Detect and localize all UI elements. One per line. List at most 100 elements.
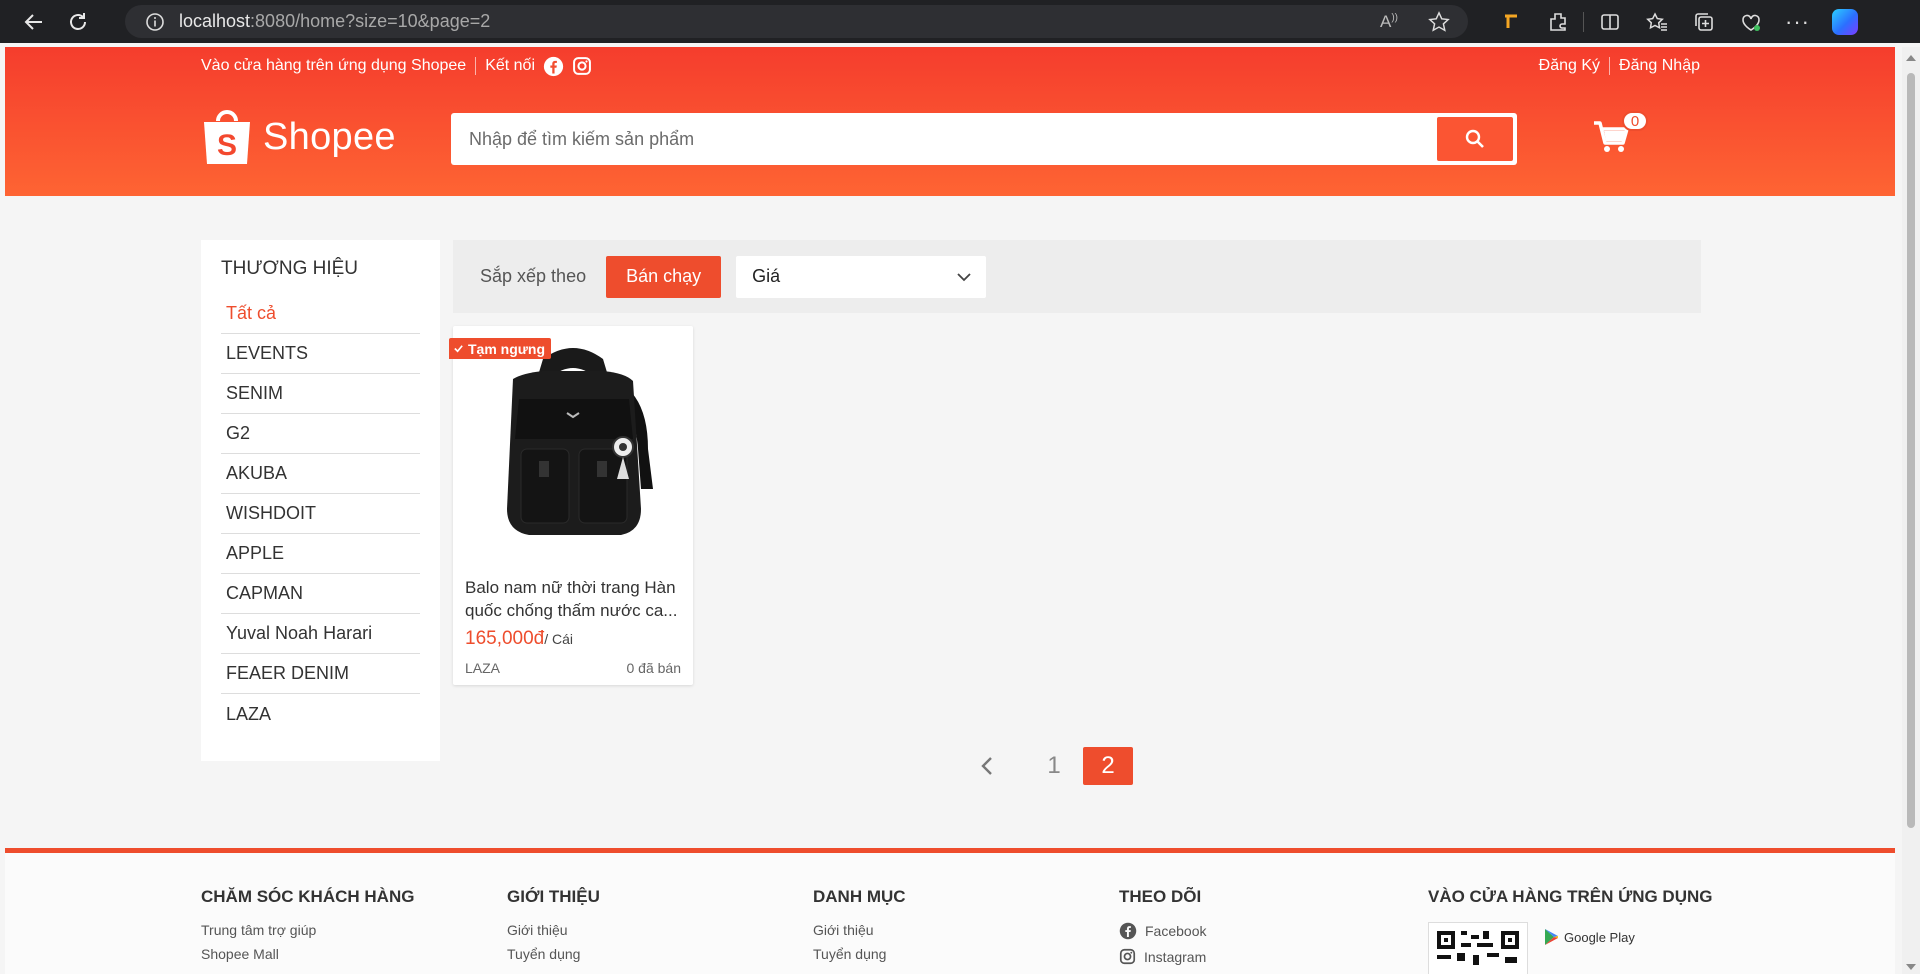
brand-item-yuval-noah-harari[interactable]: Yuval Noah Harari [221,614,420,654]
refresh-icon [70,12,86,30]
footer-follow: THEO DÕI Facebook Instagram [1119,887,1206,973]
google-play-link[interactable]: Google Play [1544,922,1635,952]
login-link[interactable]: Đăng Nhập [1619,57,1700,75]
shopee-logo[interactable]: S Shopee [201,107,396,167]
chevron-left-icon [981,757,992,775]
backpack-image [507,347,653,535]
brand-item-akuba[interactable]: AKUBA [221,454,420,494]
read-aloud-icon[interactable]: A)) [1380,12,1398,32]
address-bar[interactable]: localhost:8080/home?size=10&page=2 A)) [125,5,1468,38]
footer-about: GIỚI THIỆU Giới thiệu Tuyển dụng [507,887,600,970]
more-menu-icon[interactable]: ··· [1774,0,1821,43]
suspended-badge: Tạm ngưng [449,338,552,359]
brand-item-senim[interactable]: SENIM [221,374,420,414]
url-text: localhost:8080/home?size=10&page=2 [179,11,491,31]
page-2-button[interactable]: 2 [1083,747,1133,785]
footer-col-title: CHĂM SÓC KHÁCH HÀNG [201,887,415,906]
footer-link[interactable]: Shopee Mall [201,946,414,962]
site-header: Vào cửa hàng trên ứng dụng Shopee Kết nố… [5,47,1895,196]
browser-toolbar: localhost:8080/home?size=10&page=2 A)) ·… [0,0,1920,43]
scrollbar-thumb[interactable] [1907,73,1915,828]
price-value: 165,000đ [465,628,545,649]
product-brand: LAZA [465,660,501,676]
footer-instagram-link[interactable]: Instagram [1119,948,1206,965]
register-link[interactable]: Đăng Ký [1539,57,1600,75]
footer-col-title: GIỚI THIỆU [507,887,600,906]
refresh-button[interactable] [56,0,100,43]
header-top-left: Vào cửa hàng trên ứng dụng Shopee Kết nố… [201,55,592,77]
extensions-icon[interactable] [1534,0,1581,43]
cart-count-badge: 0 [1622,111,1648,131]
connect-label: Kết nối [485,57,535,74]
brand-item-feaer-denim[interactable]: FEAER DENIM [221,654,420,694]
qr-code-icon [1437,931,1519,965]
sort-label: Sắp xếp theo [480,266,587,286]
brand-item-levents[interactable]: LEVENTS [221,334,420,374]
brand-item-capman[interactable]: CAPMAN [221,574,420,614]
footer-link[interactable]: Trung tâm trợ giúp [201,922,414,938]
browser-essentials-icon[interactable] [1727,0,1774,43]
back-button[interactable] [12,0,56,43]
search-input[interactable] [455,117,1437,161]
price-sort-value: Giá [752,266,781,286]
facebook-icon [1119,922,1137,940]
extension-tag-icon[interactable] [1487,0,1534,43]
facebook-icon[interactable] [543,56,564,77]
sidebar-title: THƯƠNG HIỆU [221,258,359,279]
collections-icon[interactable] [1680,0,1727,43]
badge-label: Tạm ngưng [468,340,546,357]
footer-link[interactable]: Giới thiệu [507,922,600,938]
cart-button[interactable]: 0 [1592,111,1648,159]
app-store-link[interactable]: Vào cửa hàng trên ứng dụng Shopee [201,57,466,75]
logo-text: Shopee [263,115,396,158]
qr-code [1428,922,1528,974]
footer-col-title: DANH MỤC [813,887,906,906]
scroll-down-icon[interactable] [1906,964,1916,970]
search-button[interactable] [1437,117,1513,161]
brand-item-wishdoit[interactable]: WISHDOIT [221,494,420,534]
footer-app-download: VÀO CỬA HÀNG TRÊN ỨNG DỤNG Google Play [1428,887,1712,974]
brand-item-all[interactable]: Tất cả [221,294,420,334]
pagination: 1 2 [965,747,1133,785]
copilot-icon[interactable] [1821,0,1868,43]
instagram-icon[interactable] [571,56,592,77]
brand-item-g2[interactable]: G2 [221,414,420,454]
brand-item-apple[interactable]: APPLE [221,534,420,574]
price-sort-select[interactable]: Giá [736,255,987,298]
product-image[interactable] [468,336,678,546]
best-selling-button[interactable]: Bán chạy [606,255,722,298]
page-scrollbar[interactable] [1902,47,1920,974]
header-top-right: Đăng Ký Đăng Nhập [1539,55,1700,77]
scroll-up-icon[interactable] [1906,55,1916,61]
footer-col-title: VÀO CỬA HÀNG TRÊN ỨNG DỤNG [1428,887,1713,906]
product-price: 165,000đ/ Cái [465,628,573,650]
footer-col-title: THEO DÕI [1119,887,1202,906]
site-footer: CHĂM SÓC KHÁCH HÀNG Trung tâm trợ giúp S… [5,848,1895,974]
footer-link[interactable]: Tuyển dụng [507,946,600,962]
search-bar [451,113,1517,165]
product-sold-count: 0 đã bán [626,660,682,676]
footer-link[interactable]: Giới thiệu [813,922,906,938]
site-info-icon[interactable] [135,12,175,32]
svg-text:S: S [217,129,237,162]
footer-categories: DANH MỤC Giới thiệu Tuyển dụng [813,887,906,970]
page-1-button[interactable]: 1 [1029,747,1079,785]
favorites-icon[interactable] [1633,0,1680,43]
footer-link[interactable]: Tuyển dụng [813,946,906,962]
product-card[interactable]: Tạm ngưng Balo nam nữ thời trang Hàn quố… [449,326,693,685]
check-icon [454,345,463,353]
footer-facebook-link[interactable]: Facebook [1119,922,1206,940]
prev-page-button[interactable] [965,747,1009,785]
product-name[interactable]: Balo nam nữ thời trang Hàn quốc chống th… [465,576,685,622]
footer-customer-care: CHĂM SÓC KHÁCH HÀNG Trung tâm trợ giúp S… [201,887,414,970]
instagram-icon [1119,948,1136,965]
chevron-down-icon [957,272,971,281]
split-screen-icon[interactable] [1586,0,1633,43]
brand-item-laza[interactable]: LAZA [221,694,420,734]
sort-bar: Sắp xếp theo Bán chạy Giá [453,240,1701,313]
shopping-bag-logo-icon: S [204,110,250,164]
favorite-star-icon[interactable] [1428,10,1450,33]
price-unit: / Cái [544,631,574,647]
google-play-icon [1545,929,1558,945]
brand-sidebar: THƯƠNG HIỆU Tất cả LEVENTS SENIM G2 AKUB… [201,240,440,761]
